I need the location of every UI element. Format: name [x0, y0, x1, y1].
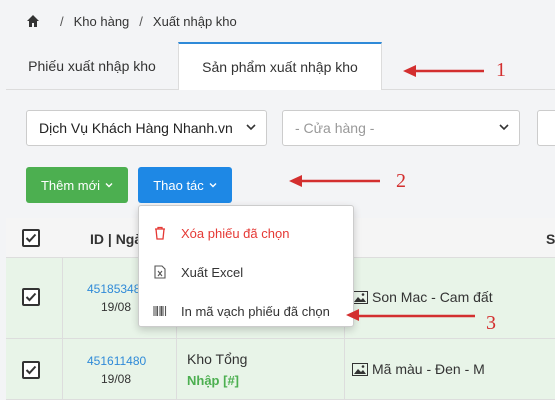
chevron-down-icon — [246, 124, 256, 131]
row-product: Son Mac - Cam đất — [352, 289, 493, 305]
add-new-button[interactable]: Thêm mới — [26, 167, 128, 203]
trash-icon — [155, 226, 165, 240]
breadcrumb-separator: / — [60, 13, 64, 29]
breadcrumb-item-xuat-nhap-kho[interactable]: Xuất nhập kho — [153, 14, 237, 29]
excel-file-icon — [154, 265, 166, 279]
row-date: 19/08 — [101, 372, 132, 386]
row-type-badge: Nhập [#] — [187, 373, 239, 388]
store-group-value: Dịch Vụ Khách Hàng Nhanh.vn — [39, 120, 233, 136]
add-new-label: Thêm mới — [40, 177, 101, 193]
menu-item-print-barcode[interactable]: In mã vạch phiếu đã chọn — [139, 292, 355, 330]
row-date: 19/08 — [101, 300, 132, 314]
annotation-number-1: 1 — [496, 59, 506, 81]
actions-dropdown-menu: Xóa phiếu đã chọn Xuất Excel In mã vạch … — [138, 205, 354, 327]
annotation-arrow-1 — [403, 65, 484, 77]
column-header-id-date[interactable]: ID | Ngà — [90, 231, 142, 247]
menu-item-export-excel[interactable]: Xuất Excel — [139, 253, 355, 291]
breadcrumb: / Kho hàng / Xuất nhập kho — [0, 0, 555, 42]
row-id-link[interactable]: 451611480 — [87, 354, 146, 368]
annotation-number-3: 3 — [486, 312, 496, 334]
select-all-checkbox[interactable] — [22, 229, 40, 247]
breadcrumb-item-kho-hang[interactable]: Kho hàng — [74, 14, 130, 29]
row-product-name: Son Mac - Cam đất — [372, 289, 493, 305]
row-warehouse: Kho Tổng — [187, 351, 248, 367]
extra-filter-select[interactable] — [537, 110, 555, 146]
menu-item-label: Xóa phiếu đã chọn — [181, 225, 290, 241]
image-icon — [352, 362, 368, 376]
home-icon[interactable] — [26, 14, 40, 28]
menu-item-label: In mã vạch phiếu đã chọn — [181, 303, 330, 319]
column-header-s[interactable]: S — [546, 231, 555, 247]
chevron-down-icon — [105, 183, 113, 188]
actions-button[interactable]: Thao tác — [138, 167, 232, 203]
row-product-name: Mã màu - Đen - M — [372, 361, 485, 377]
breadcrumb-separator: / — [139, 13, 143, 29]
annotation-number-2: 2 — [396, 170, 406, 192]
filter-panel: Dịch Vụ Khách Hàng Nhanh.vn - Cửa hàng -… — [6, 90, 555, 218]
row-checkbox[interactable] — [22, 288, 40, 306]
menu-item-delete-selected[interactable]: Xóa phiếu đã chọn — [139, 214, 355, 252]
chevron-down-icon — [499, 124, 509, 131]
store-placeholder: - Cửa hàng - — [295, 120, 375, 136]
store-select[interactable]: - Cửa hàng - — [282, 110, 520, 146]
row-checkbox[interactable] — [22, 361, 40, 379]
tab-phieu-xuat-nhap-kho[interactable]: Phiếu xuất nhập kho — [6, 42, 178, 90]
annotation-arrow-3 — [346, 309, 475, 321]
annotation-arrow-2 — [289, 175, 380, 187]
tab-san-pham-xuat-nhap-kho[interactable]: Sản phẩm xuất nhập kho — [178, 42, 382, 91]
menu-item-label: Xuất Excel — [181, 264, 244, 280]
row-product: Mã màu - Đen - M — [352, 361, 485, 377]
chevron-down-icon — [209, 183, 217, 188]
store-group-select[interactable]: Dịch Vụ Khách Hàng Nhanh.vn — [26, 110, 267, 146]
barcode-icon — [153, 306, 167, 316]
table-row[interactable]: 451611480 19/08 Kho Tổng Nhập [#] Mã màu… — [6, 339, 555, 400]
row-id-link[interactable]: 45185348 — [87, 282, 140, 296]
actions-label: Thao tác — [153, 177, 204, 193]
